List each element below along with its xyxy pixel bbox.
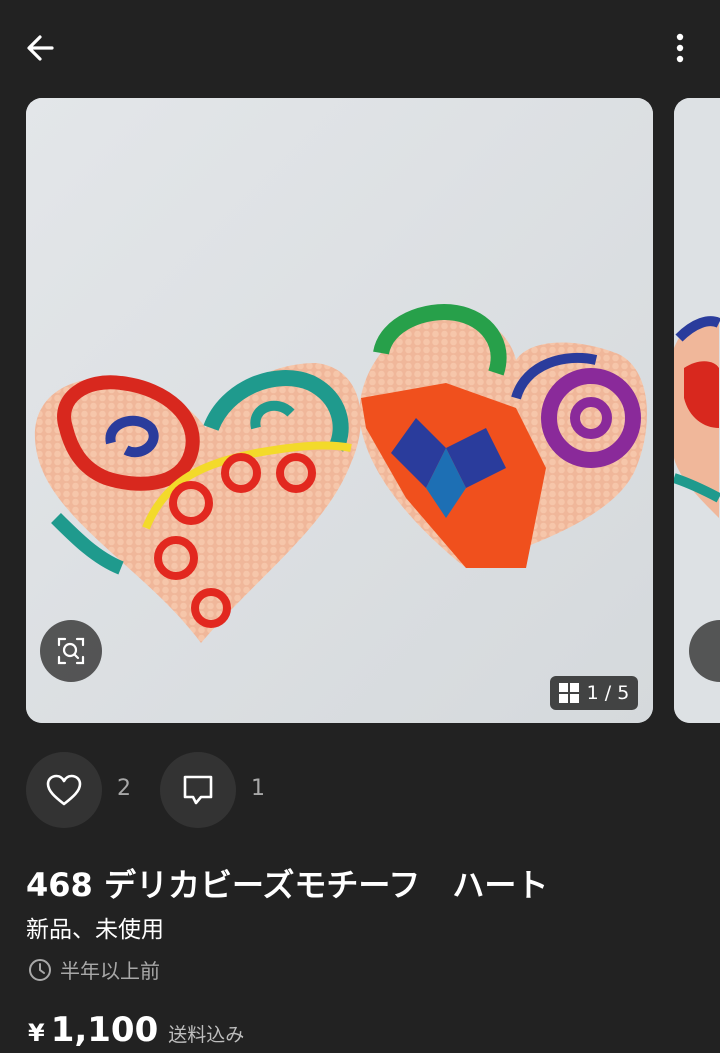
- action-row: 2 1: [0, 752, 720, 830]
- arrow-left-icon: [27, 35, 54, 61]
- posted-time-text: 半年以上前: [60, 959, 160, 983]
- grid-icon: [558, 683, 579, 703]
- like-count: 2: [117, 776, 131, 801]
- currency-symbol: ¥: [28, 1019, 45, 1047]
- zoom-button[interactable]: [40, 620, 102, 682]
- heart-icon: [46, 774, 82, 806]
- price-row: ¥ 1,100 送料込み: [28, 1010, 244, 1050]
- item-condition: 新品、未使用: [26, 917, 164, 943]
- item-title: 468 デリカビーズモチーフ ハート: [26, 866, 549, 904]
- comment-button[interactable]: [160, 752, 236, 828]
- more-vertical-icon: [676, 33, 684, 63]
- comment-icon: [183, 775, 213, 805]
- page-indicator[interactable]: 1 / 5: [550, 676, 638, 710]
- image-carousel[interactable]: 1 / 5: [0, 96, 720, 724]
- item-detail-page: 1 / 5 2 1 468 デリカビーズモチーフ ハート 新品、未使用 半年以上…: [0, 0, 720, 1053]
- back-button[interactable]: [16, 24, 64, 72]
- more-options-button[interactable]: [656, 24, 704, 72]
- zoom-search-icon: [57, 637, 85, 665]
- page-indicator-text: 1 / 5: [586, 682, 630, 704]
- comment-count: 1: [251, 776, 265, 801]
- posted-time: 半年以上前: [28, 955, 160, 984]
- like-button[interactable]: [26, 752, 102, 828]
- product-photo[interactable]: 1 / 5: [26, 98, 653, 723]
- shipping-label: 送料込み: [168, 1024, 245, 1046]
- next-product-photo[interactable]: [674, 98, 720, 723]
- product-photo-image: [26, 98, 653, 723]
- top-bar: [0, 0, 720, 96]
- item-price: 1,100: [50, 1010, 159, 1050]
- clock-icon: [29, 958, 51, 981]
